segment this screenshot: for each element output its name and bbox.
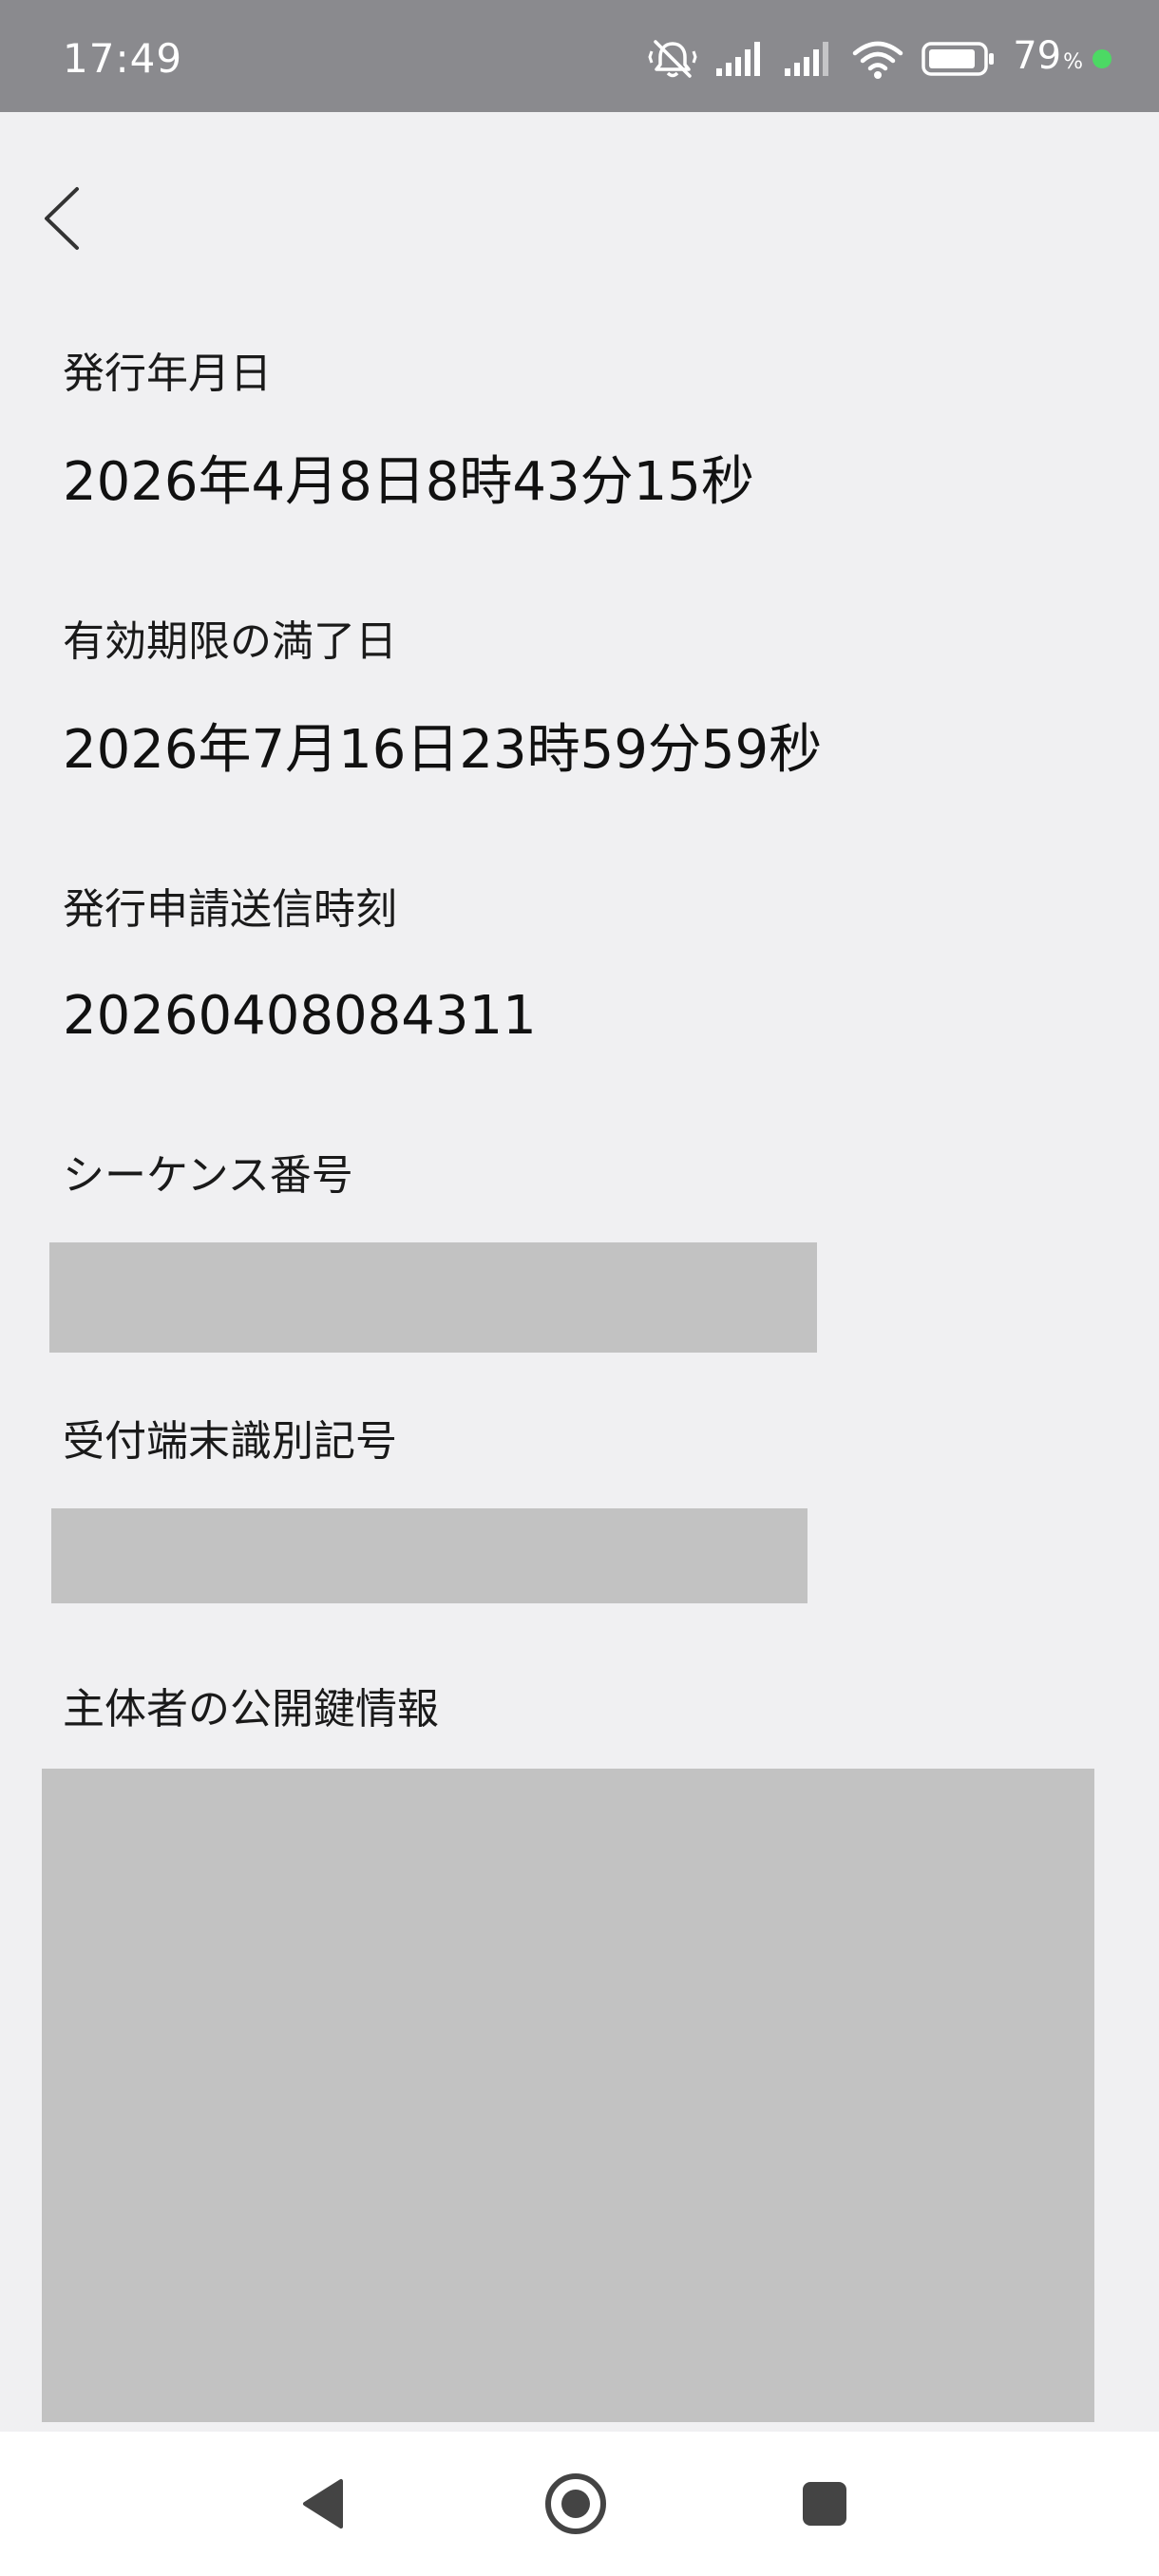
back-button[interactable] <box>28 171 95 266</box>
battery-percent-unit: % <box>1063 49 1083 74</box>
status-bar: 17:49 79 % <box>0 0 1159 112</box>
request-time-value: 20260408084311 <box>63 985 537 1047</box>
battery-percent-value: 79 <box>1013 33 1062 78</box>
status-time: 17:49 <box>63 35 183 82</box>
issue-date-value: 2026年4月8日8時43分15秒 <box>63 451 754 513</box>
expiry-date-label: 有効期限の満了日 <box>63 617 397 666</box>
expiry-date-value: 2026年7月16日23時59分59秒 <box>63 719 823 781</box>
charging-indicator-dot <box>1092 49 1112 68</box>
sequence-number-label: シーケンス番号 <box>63 1151 353 1200</box>
mute-icon <box>648 38 697 80</box>
nav-home-button[interactable] <box>538 2466 614 2542</box>
issue-date-label: 発行年月日 <box>63 350 272 398</box>
public-key-redacted <box>42 1769 1094 2422</box>
terminal-id-redacted <box>51 1508 808 1603</box>
public-key-label: 主体者の公開鍵情報 <box>63 1685 439 1733</box>
back-triangle-icon <box>303 2479 343 2529</box>
signal-icon <box>714 40 766 78</box>
battery-percent: 79% <box>1013 33 1083 85</box>
wifi-icon <box>851 38 904 80</box>
nav-recents-button[interactable] <box>787 2466 863 2542</box>
home-circle-icon <box>545 2473 606 2534</box>
request-time-label: 発行申請送信時刻 <box>63 885 397 934</box>
chevron-left-icon <box>45 187 79 250</box>
terminal-id-label: 受付端末識別記号 <box>63 1417 397 1466</box>
sequence-number-redacted <box>49 1242 817 1353</box>
nav-back-button[interactable] <box>285 2466 361 2542</box>
recents-square-icon <box>803 2482 846 2526</box>
battery-icon <box>922 40 996 78</box>
signal-icon <box>783 40 834 78</box>
navigation-bar <box>0 2432 1159 2576</box>
status-icons: 79% <box>648 32 1112 85</box>
